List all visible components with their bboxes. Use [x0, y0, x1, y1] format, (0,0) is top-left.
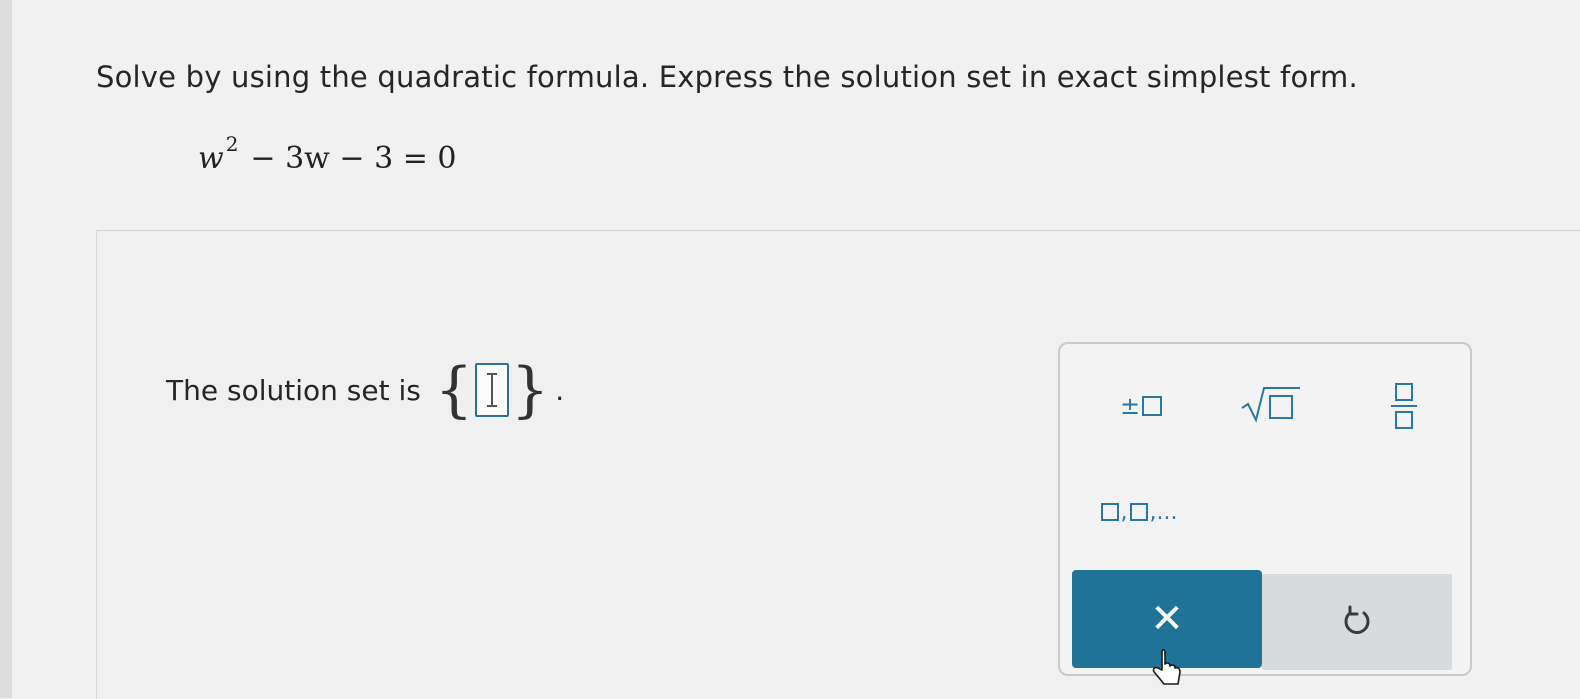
text-cursor-icon	[487, 373, 498, 407]
equation-rest: − 3w − 3 = 0	[250, 141, 457, 176]
square-root-icon	[1241, 387, 1300, 423]
solution-period: .	[555, 373, 565, 407]
square-root-button[interactable]	[1230, 380, 1310, 428]
plus-minus-icon: ±	[1119, 392, 1141, 420]
open-brace: {	[434, 355, 474, 425]
close-brace: }	[511, 355, 550, 425]
list-box-1-icon	[1100, 503, 1119, 521]
page-edge	[0, 0, 12, 698]
fraction-button[interactable]	[1378, 374, 1430, 438]
numerator-box-icon	[1395, 383, 1413, 401]
equation-exponent: 2	[225, 132, 239, 156]
equation-variable: w	[198, 141, 224, 176]
hand-pointer-icon	[1152, 648, 1181, 685]
undo-icon	[1344, 605, 1370, 634]
list-ellipsis: ,...	[1149, 499, 1178, 525]
plus-minus-button[interactable]: ±	[1106, 384, 1176, 428]
solution-input[interactable]	[475, 363, 510, 417]
list-separator: ,	[1120, 499, 1128, 525]
list-button[interactable]: , ,...	[1090, 492, 1190, 532]
equation: w 2 − 3w − 3 = 0	[198, 132, 457, 176]
fraction-bar-icon	[1391, 405, 1417, 407]
solution-row: The solution set is { } .	[166, 360, 564, 420]
list-box-2-icon	[1129, 503, 1148, 521]
solution-label: The solution set is	[166, 373, 421, 407]
undo-button[interactable]	[1262, 574, 1452, 670]
question-prompt: Solve by using the quadratic formula. Ex…	[96, 60, 1358, 94]
math-toolbox: ± , ,... ✕	[1058, 342, 1472, 676]
placeholder-box-icon	[1142, 396, 1163, 416]
denominator-box-icon	[1395, 411, 1413, 429]
close-icon: ✕	[1150, 596, 1184, 642]
